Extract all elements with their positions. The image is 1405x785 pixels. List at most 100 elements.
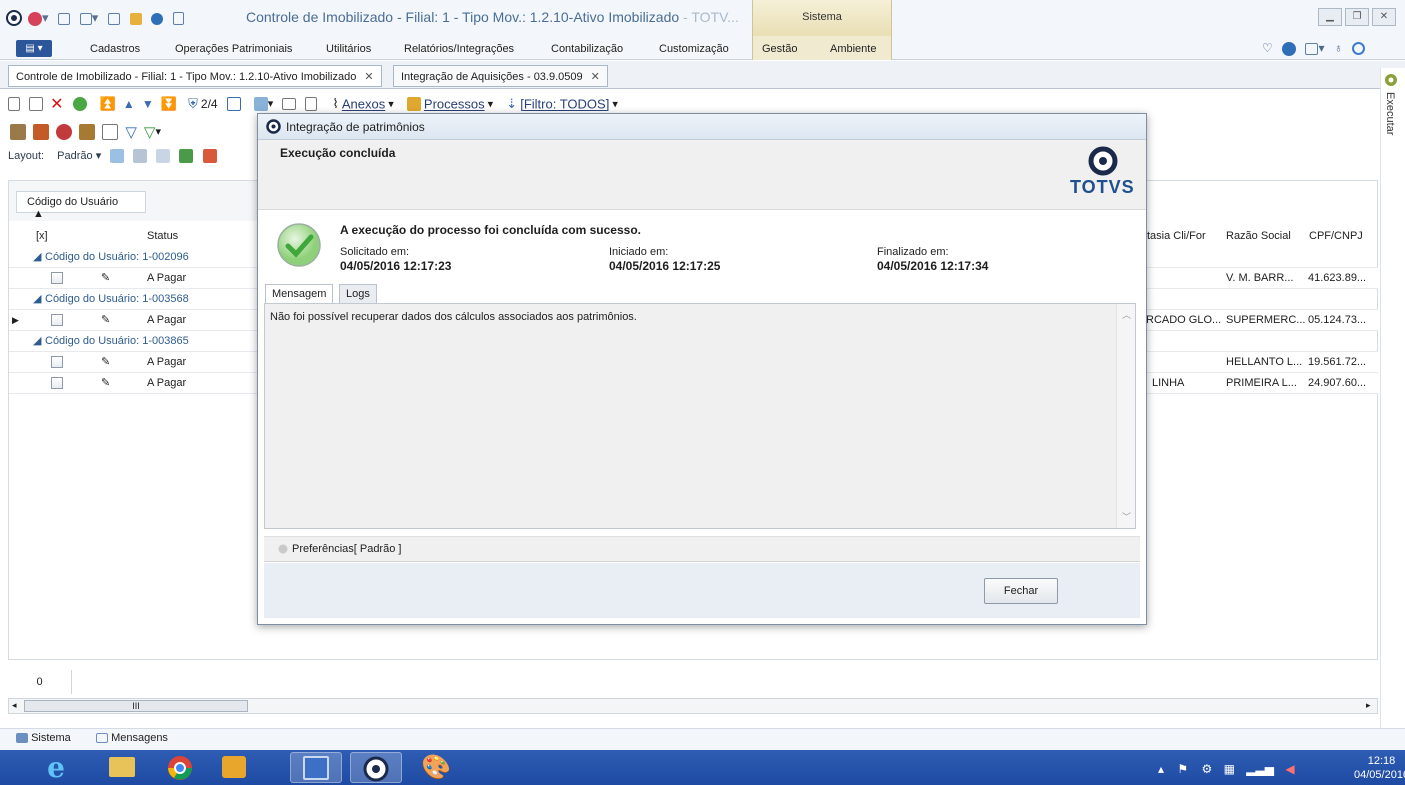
volume-icon[interactable]: ◀ (1285, 762, 1294, 776)
transfer-icon[interactable] (79, 124, 96, 140)
paint-icon[interactable]: 🎨 (410, 752, 462, 783)
message-scrollbar[interactable]: ︿ ﹀ (1116, 304, 1135, 528)
report-icon[interactable] (253, 97, 268, 111)
scroll-up-icon[interactable]: ︿ (1122, 308, 1131, 321)
tab-operacoes-patrimoniais[interactable]: Operações Patrimoniais (175, 43, 292, 55)
print-icon[interactable] (282, 98, 297, 110)
globe-icon[interactable] (151, 12, 164, 25)
column-header-select[interactable]: [x] (36, 226, 48, 246)
pencil-icon[interactable]: ✎ (101, 352, 110, 373)
preferences-bar[interactable]: Preferências[ Padrão ] (264, 536, 1140, 562)
executar-label[interactable]: Executar (1384, 92, 1396, 135)
refresh-icon[interactable] (72, 97, 87, 111)
table-row[interactable]: ▶ ✎ A Pagar (9, 310, 257, 331)
collapse-icon[interactable]: ◢ (33, 331, 41, 352)
export-icon[interactable] (107, 12, 120, 25)
show-hidden-icons-icon[interactable]: ▴ (1158, 762, 1164, 776)
window-list-icon[interactable] (79, 12, 92, 25)
table-row-right[interactable]: HELLANTO L... 19.561.72... (1146, 352, 1378, 373)
collapse-icon[interactable]: ◢ (33, 247, 41, 268)
file-menu-button[interactable]: ▤ ▾ (16, 40, 52, 57)
find-icon[interactable]: ⛨ (188, 96, 198, 111)
chrome-icon[interactable] (154, 752, 206, 783)
delete-icon[interactable]: ✕ (50, 96, 63, 113)
action-center-icon[interactable]: ⚑ (1177, 762, 1188, 776)
first-record-icon[interactable]: ⏫ (100, 96, 116, 111)
tab-relatorios-integracoes[interactable]: Relatórios/Integrações (404, 43, 514, 55)
edit-icon[interactable] (29, 97, 44, 111)
table-row-right[interactable]: RCADO GLO... SUPERMERC... 05.124.73... (1146, 310, 1378, 331)
table-row[interactable]: ✎ A Pagar (9, 373, 257, 394)
tab-sistema[interactable]: Sistema (16, 732, 71, 744)
network-icon[interactable]: ⚙ (1201, 762, 1212, 776)
next-record-icon[interactable]: ▼ (142, 97, 154, 111)
storage-icon[interactable]: ▦ (1224, 762, 1235, 776)
write-off-icon[interactable] (33, 124, 50, 140)
signal-icon[interactable]: ▂▃▅ (1246, 762, 1274, 776)
tools-icon[interactable] (129, 12, 142, 25)
collapse-icon[interactable]: ◢ (33, 289, 41, 310)
help-icon[interactable] (1352, 42, 1366, 56)
anexos-button[interactable]: Anexos (342, 97, 385, 112)
save-layout-icon[interactable] (110, 149, 125, 164)
gear-icon[interactable] (1383, 72, 1399, 91)
scroll-right-icon[interactable]: ▸ (1366, 700, 1371, 711)
minimize-button[interactable]: ▁ (1318, 8, 1342, 26)
table-row-right[interactable]: LINHA PRIMEIRA L... 24.907.60... (1146, 373, 1378, 394)
close-button[interactable]: ✕ (1372, 8, 1396, 26)
preferences-label[interactable]: Preferências[ Padrão ] (292, 543, 401, 555)
tab-logs[interactable]: Logs (339, 284, 377, 304)
close-icon[interactable]: ✕ (364, 71, 373, 83)
group-row[interactable]: ◢ Código do Usuário: 1-003865 (9, 331, 257, 352)
favorites-icon[interactable]: ♡ (1262, 41, 1273, 55)
scroll-left-icon[interactable]: ◂ (12, 700, 17, 711)
grid-view-icon[interactable] (226, 97, 241, 111)
quick-access-toolbar[interactable]: ▾ ▾ (28, 10, 184, 26)
filtro-button[interactable]: [Filtro: TODOS] (520, 97, 609, 112)
layout-select[interactable]: Padrão ▾ (57, 150, 101, 162)
new-icon[interactable] (8, 97, 20, 111)
tab-ambiente[interactable]: Ambiente (830, 43, 876, 55)
column-header-cpf-cnpj[interactable]: CPF/CNPJ (1309, 226, 1363, 246)
tab-customizacao[interactable]: Customização (659, 43, 729, 55)
layout-settings-icon[interactable] (156, 149, 171, 164)
filter-options-icon[interactable]: ▽ (144, 124, 156, 141)
layout-icon[interactable] (1305, 42, 1319, 55)
lightbulb-icon[interactable]: ♁ (1334, 41, 1343, 55)
clock[interactable]: 12:18 04/05/2016 (1354, 754, 1405, 782)
table-row[interactable]: ✎ A Pagar (9, 352, 257, 373)
document-icon[interactable] (172, 12, 184, 26)
export-layout-icon[interactable] (202, 149, 217, 164)
pencil-icon[interactable]: ✎ (101, 373, 110, 394)
file-explorer-icon[interactable] (96, 752, 148, 783)
remote-app-icon[interactable] (290, 752, 342, 783)
doc-tab-integracao[interactable]: Integração de Aquisições - 03.9.0509 ✕ (393, 65, 608, 87)
tab-contabilizacao[interactable]: Contabilização (551, 43, 623, 55)
group-by-chip[interactable]: Código do Usuário ▲ (16, 191, 146, 220)
totvs-app-icon[interactable] (350, 752, 402, 783)
reverse-icon[interactable] (56, 124, 73, 140)
group-row[interactable]: ◢ Código do Usuário: 1-003568 (9, 289, 257, 310)
outlook-icon[interactable] (208, 752, 260, 783)
tab-utilitarios[interactable]: Utilitários (326, 43, 371, 55)
row-checkbox[interactable] (51, 272, 63, 284)
import-layout-icon[interactable] (179, 149, 194, 164)
tab-cadastros[interactable]: Cadastros (90, 43, 140, 55)
table-row-right[interactable]: V. M. BARR... 41.623.89... (1146, 268, 1378, 289)
asset-icon[interactable] (10, 124, 26, 140)
processos-button[interactable]: Processos (424, 97, 485, 112)
filter-icon[interactable]: ▽ (125, 124, 137, 141)
table-row[interactable]: ✎ A Pagar (9, 268, 257, 289)
row-checkbox[interactable] (51, 356, 63, 368)
tab-gestao[interactable]: Gestão (762, 43, 797, 55)
copy-layout-icon[interactable] (133, 149, 148, 164)
pencil-icon[interactable]: ✎ (101, 268, 110, 289)
preview-icon[interactable] (305, 97, 318, 111)
scrollbar-thumb[interactable]: III (24, 700, 248, 712)
previous-record-icon[interactable]: ▲ (123, 97, 135, 111)
column-header-fantasia[interactable]: tasia Cli/For (1147, 226, 1206, 246)
quick-access-icon[interactable] (28, 11, 42, 26)
ribbon-right-tools[interactable]: ♡ ▾ ♁ (1262, 41, 1366, 56)
list-icon[interactable] (102, 124, 119, 140)
doc-tab-controle[interactable]: Controle de Imobilizado - Filial: 1 - Ti… (8, 65, 382, 87)
